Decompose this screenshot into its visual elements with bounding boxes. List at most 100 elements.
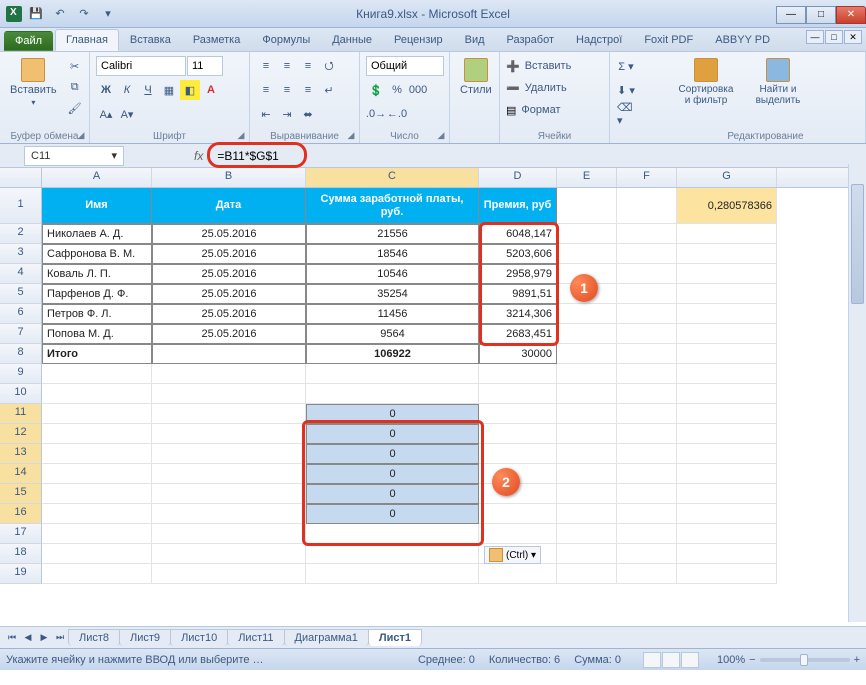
cell[interactable]: Дата: [152, 188, 306, 224]
tab-layout[interactable]: Разметка: [182, 29, 252, 51]
tab-nav-last[interactable]: ⏭: [52, 630, 68, 646]
col-header-D[interactable]: D: [479, 168, 557, 187]
cell[interactable]: [677, 244, 777, 264]
indent-inc[interactable]: ⇥: [277, 104, 297, 124]
percent-button[interactable]: %: [387, 80, 407, 100]
delete-cells-button[interactable]: Удалить: [522, 78, 570, 98]
cell[interactable]: [306, 364, 479, 384]
cell[interactable]: 3214,306: [479, 304, 557, 324]
paste-options-button[interactable]: (Ctrl) ▾: [484, 546, 541, 564]
row-header[interactable]: 12: [0, 424, 42, 444]
vertical-scrollbar[interactable]: [848, 164, 866, 622]
sort-filter-button[interactable]: Сортировка и фильтр: [672, 56, 740, 108]
cell[interactable]: 25.05.2016: [152, 244, 306, 264]
border-button[interactable]: ▦: [159, 80, 179, 100]
undo-button[interactable]: ↶: [50, 4, 70, 24]
cell[interactable]: [42, 364, 152, 384]
tab-developer[interactable]: Разработ: [496, 29, 565, 51]
tab-data[interactable]: Данные: [321, 29, 383, 51]
cell[interactable]: [677, 364, 777, 384]
cell[interactable]: [479, 504, 557, 524]
cell[interactable]: [557, 364, 617, 384]
cell[interactable]: [677, 224, 777, 244]
cell[interactable]: 106922: [306, 344, 479, 364]
cell[interactable]: [479, 404, 557, 424]
cell[interactable]: [479, 524, 557, 544]
cell[interactable]: [617, 404, 677, 424]
cell[interactable]: [479, 464, 557, 484]
cell[interactable]: [479, 444, 557, 464]
cell[interactable]: [152, 484, 306, 504]
align-left[interactable]: ≡: [256, 80, 276, 100]
cell[interactable]: [42, 404, 152, 424]
cell[interactable]: [152, 564, 306, 584]
zoom-out-button[interactable]: −: [749, 654, 755, 666]
fx-button[interactable]: fx: [194, 149, 203, 163]
cell[interactable]: [306, 524, 479, 544]
cell[interactable]: [677, 504, 777, 524]
cell[interactable]: [677, 524, 777, 544]
cell[interactable]: [617, 324, 677, 344]
view-page-layout[interactable]: [662, 652, 680, 668]
tab-abbyy[interactable]: ABBYY PD: [704, 29, 781, 51]
cell[interactable]: Парфенов Д. Ф.: [42, 284, 152, 304]
sheet-tab[interactable]: Лист9: [119, 629, 171, 646]
dec-decimal[interactable]: ←.0: [387, 104, 407, 124]
autosum-button[interactable]: Σ ▾: [616, 56, 636, 76]
cell[interactable]: [557, 504, 617, 524]
view-normal[interactable]: [643, 652, 661, 668]
qat-customize[interactable]: ▾: [98, 4, 118, 24]
cell[interactable]: Петров Ф. Л.: [42, 304, 152, 324]
cell[interactable]: [617, 504, 677, 524]
number-format-select[interactable]: [366, 56, 444, 76]
cell[interactable]: [617, 304, 677, 324]
col-header-A[interactable]: A: [42, 168, 152, 187]
cell[interactable]: [306, 544, 479, 564]
bold-button[interactable]: Ж: [96, 80, 116, 100]
cell[interactable]: 25.05.2016: [152, 304, 306, 324]
cell[interactable]: [152, 444, 306, 464]
row-header[interactable]: 14: [0, 464, 42, 484]
align-launcher[interactable]: ◢: [345, 129, 357, 141]
cell[interactable]: [557, 188, 617, 224]
redo-button[interactable]: ↷: [74, 4, 94, 24]
cell[interactable]: [557, 524, 617, 544]
cell[interactable]: [677, 324, 777, 344]
cell[interactable]: [152, 344, 306, 364]
cell[interactable]: [306, 564, 479, 584]
cell[interactable]: Николаев А. Д.: [42, 224, 152, 244]
row-header[interactable]: 5: [0, 284, 42, 304]
cells-grid[interactable]: Имя Дата Сумма заработной платы, руб. Пр…: [42, 188, 866, 584]
cell[interactable]: Сумма заработной платы, руб.: [306, 188, 479, 224]
cell[interactable]: [557, 424, 617, 444]
view-page-break[interactable]: [681, 652, 699, 668]
cell[interactable]: [479, 424, 557, 444]
cell[interactable]: 0: [306, 504, 479, 524]
wb-minimize[interactable]: —: [806, 30, 824, 44]
cell[interactable]: 21556: [306, 224, 479, 244]
format-painter-button[interactable]: 🖌: [65, 98, 85, 118]
row-header[interactable]: 10: [0, 384, 42, 404]
row-header[interactable]: 17: [0, 524, 42, 544]
cell[interactable]: [42, 564, 152, 584]
cell[interactable]: [557, 544, 617, 564]
cell[interactable]: [479, 364, 557, 384]
cell[interactable]: [677, 304, 777, 324]
tab-file[interactable]: Файл: [4, 31, 53, 51]
cell[interactable]: [557, 484, 617, 504]
orientation[interactable]: ⭯: [319, 56, 339, 76]
insert-cells-button[interactable]: Вставить: [522, 56, 575, 76]
styles-button[interactable]: Стили: [456, 56, 496, 98]
scrollbar-thumb[interactable]: [851, 184, 864, 304]
cell[interactable]: Премия, руб: [479, 188, 557, 224]
tab-home[interactable]: Главная: [55, 29, 119, 51]
cell[interactable]: 0: [306, 484, 479, 504]
tab-view[interactable]: Вид: [454, 29, 496, 51]
cell[interactable]: [42, 544, 152, 564]
cell[interactable]: [42, 384, 152, 404]
inc-decimal[interactable]: .0→: [366, 104, 386, 124]
cell[interactable]: [557, 304, 617, 324]
cell[interactable]: [677, 564, 777, 584]
cell[interactable]: 5203,606: [479, 244, 557, 264]
zoom-slider[interactable]: [760, 658, 850, 662]
